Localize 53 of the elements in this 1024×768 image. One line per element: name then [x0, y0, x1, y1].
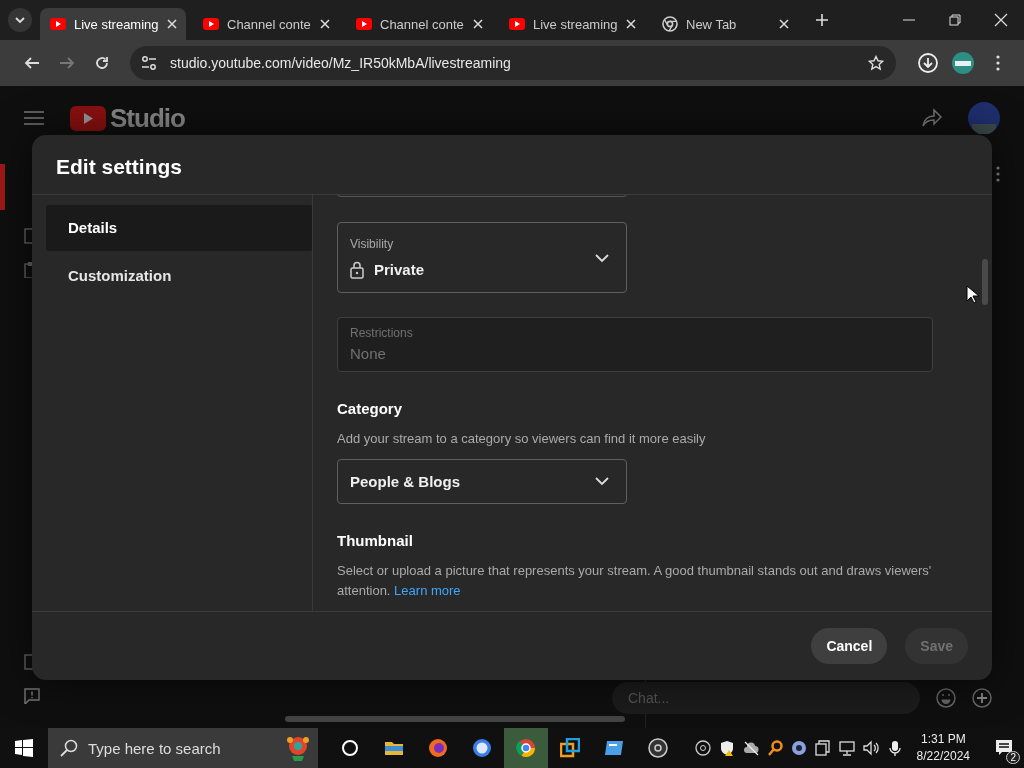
share-icon[interactable]: [922, 108, 942, 128]
wheel-icon[interactable]: [504, 728, 548, 768]
browser-tab[interactable]: Channel conte: [193, 8, 339, 40]
more-icon[interactable]: [996, 166, 1000, 182]
video-play-icon: [203, 16, 219, 32]
address-bar[interactable]: studio.youtube.com/video/Mz_IR50kMbA/livestreaming: [130, 46, 896, 80]
video-play-icon: [509, 16, 525, 32]
close-icon[interactable]: [319, 18, 331, 30]
chevron-down-icon: [594, 252, 610, 263]
restrictions-field: Restrictions None: [337, 317, 933, 372]
logo-text: Studio: [110, 102, 185, 134]
nav-item[interactable]: Details: [46, 205, 312, 251]
category-dropdown[interactable]: People & Blogs: [337, 458, 627, 504]
close-icon[interactable]: [778, 18, 790, 30]
notification-icon[interactable]: [995, 739, 1013, 757]
new-tab-icon[interactable]: [815, 13, 829, 27]
browser-tab[interactable]: Live streaming: [499, 8, 645, 40]
play-logo-icon: [70, 105, 106, 131]
browser-tab[interactable]: Live streaming: [40, 8, 186, 40]
section-heading: Thumbnail: [337, 532, 413, 549]
section-description: Add your stream to a category so viewers can find it more easily: [337, 429, 707, 448]
section-heading: Category: [337, 399, 403, 417]
notification-count: 2: [1006, 751, 1020, 764]
flower-icon: [284, 734, 312, 762]
close-icon[interactable]: [166, 18, 178, 30]
menu-icon[interactable]: [24, 110, 44, 126]
scrollbar-thumb[interactable]: [982, 259, 988, 305]
lock-icon: [350, 260, 364, 279]
emoji-icon[interactable]: [936, 688, 956, 708]
dialog-title: Edit settings: [32, 135, 992, 195]
learn-more-link[interactable]: Learn more: [394, 583, 461, 598]
tab-search-icon[interactable]: [8, 8, 32, 32]
close-icon[interactable]: [472, 18, 484, 30]
star-icon[interactable]: [868, 55, 884, 71]
add-icon[interactable]: [972, 688, 992, 708]
cancel-button[interactable]: Cancel: [811, 628, 888, 664]
globe-icon: [662, 16, 678, 32]
browser-tab[interactable]: New Tab: [652, 8, 798, 40]
search-icon: [60, 739, 78, 757]
clock-time: 1:31 PM: [920, 731, 966, 748]
clock-date: 8/22/2024: [916, 748, 970, 765]
close-icon[interactable]: [625, 18, 637, 30]
selected-indicator: [0, 164, 5, 210]
browser-tab[interactable]: Channel conte: [346, 8, 492, 40]
feedback-icon[interactable]: [24, 688, 40, 704]
visibility-dropdown[interactable]: Visibility Private: [337, 222, 627, 294]
taskbar-search-field[interactable]: Type here to search: [48, 728, 318, 768]
mouse-pointer-icon: [966, 285, 980, 304]
section-description: Select or upload a picture that represents your stream. A good thumbnail stands out and draws viewers' attention. Learn more: [337, 562, 933, 600]
chevron-down-icon: [594, 476, 610, 487]
nav-item[interactable]: Customization: [46, 253, 312, 299]
video-play-icon: [50, 16, 66, 32]
video-play-icon: [356, 16, 372, 32]
